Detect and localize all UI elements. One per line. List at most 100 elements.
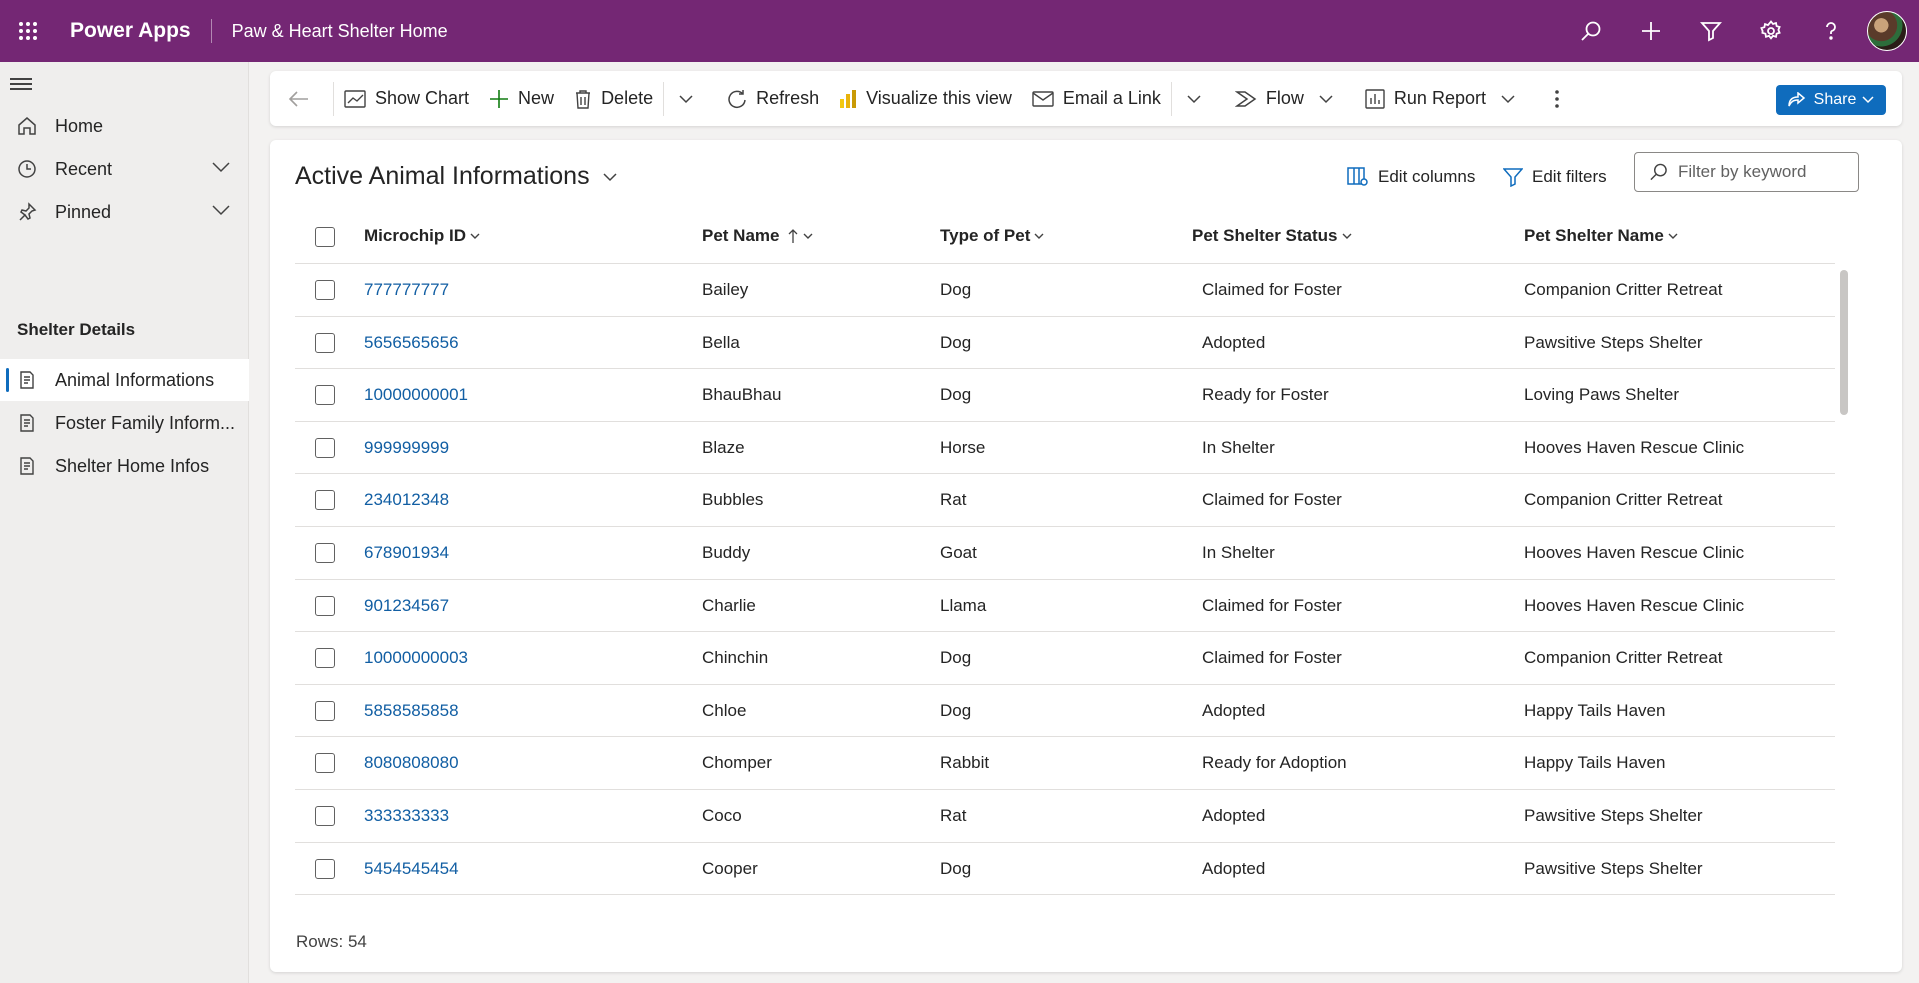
edit-columns-icon: [1347, 167, 1368, 186]
microchip-id-link[interactable]: 5858585858: [364, 701, 459, 721]
grid-header: Microchip ID Pet Name Type of Pet Pet Sh…: [295, 210, 1835, 264]
plus-icon[interactable]: [1621, 0, 1681, 62]
shelter-name-cell: Pawsitive Steps Shelter: [1524, 858, 1703, 878]
entity-icon: [17, 370, 37, 390]
clock-icon: [17, 159, 37, 179]
sidebar-item-shelter-home-infos[interactable]: Shelter Home Infos: [0, 445, 249, 487]
microchip-id-link[interactable]: 901234567: [364, 596, 449, 616]
sidebar-item-animal-informations[interactable]: Animal Informations: [0, 359, 249, 401]
sort-ascending-icon: [789, 229, 798, 243]
view-selector[interactable]: Active Animal Informations: [295, 162, 618, 191]
column-header-type-of-pet[interactable]: Type of Pet: [940, 226, 1044, 246]
email-link-button[interactable]: Email a Link: [1022, 71, 1171, 126]
app-launcher-icon[interactable]: [0, 0, 56, 62]
filter-by-keyword-input[interactable]: [1678, 162, 1858, 182]
table-row[interactable]: 777777777 Bailey Dog Claimed for Foster …: [295, 264, 1835, 317]
row-checkbox[interactable]: [315, 700, 335, 721]
email-link-label: Email a Link: [1062, 88, 1161, 108]
user-avatar[interactable]: [1867, 11, 1907, 51]
chevron-down-icon[interactable]: [211, 160, 231, 179]
refresh-label: Refresh: [756, 88, 820, 108]
app-name[interactable]: Power Apps: [70, 19, 191, 43]
share-label: Share: [1813, 91, 1857, 108]
row-checkbox[interactable]: [315, 385, 335, 406]
row-checkbox[interactable]: [315, 648, 335, 669]
delete-button[interactable]: Delete: [564, 71, 663, 126]
row-checkbox[interactable]: [315, 332, 335, 353]
run-report-chevron-down-icon[interactable]: [1496, 71, 1537, 126]
column-header-pet-shelter-status[interactable]: Pet Shelter Status: [1192, 226, 1352, 246]
run-report-button[interactable]: Run Report: [1355, 71, 1496, 126]
column-header-pet-shelter-name[interactable]: Pet Shelter Name: [1524, 226, 1678, 246]
microchip-id-link[interactable]: 8080808080: [364, 753, 459, 773]
shelter-name-cell: Happy Tails Haven: [1524, 700, 1666, 720]
microchip-id-link[interactable]: 999999999: [364, 438, 449, 458]
table-row[interactable]: 10000000003 Chinchin Dog Claimed for Fos…: [295, 632, 1835, 685]
microchip-id-link[interactable]: 10000000001: [364, 385, 468, 405]
refresh-button[interactable]: Refresh: [717, 71, 829, 126]
filter-icon[interactable]: [1681, 0, 1741, 62]
table-row-partial[interactable]: [295, 895, 1835, 904]
sidebar-item-pinned[interactable]: Pinned: [0, 191, 249, 233]
search-icon[interactable]: [1561, 0, 1621, 62]
microchip-id-link[interactable]: 777777777: [364, 280, 449, 300]
edit-columns-button[interactable]: Edit columns: [1347, 162, 1475, 192]
microchip-id-link[interactable]: 234012348: [364, 490, 449, 510]
row-checkbox[interactable]: [315, 437, 335, 458]
table-row[interactable]: 234012348 Bubbles Rat Claimed for Foster…: [295, 474, 1835, 527]
microchip-id-link[interactable]: 333333333: [364, 806, 449, 826]
chevron-down-icon[interactable]: [211, 203, 231, 222]
shelter-status-cell: Adopted: [1202, 332, 1266, 352]
column-header-pet-name[interactable]: Pet Name: [702, 226, 813, 246]
show-chart-button[interactable]: Show Chart: [334, 71, 479, 126]
table-row[interactable]: 8080808080 Chomper Rabbit Ready for Adop…: [295, 737, 1835, 790]
row-checkbox[interactable]: [315, 858, 335, 879]
edit-filters-button[interactable]: Edit filters: [1503, 162, 1607, 192]
table-row[interactable]: 999999999 Blaze Horse In Shelter Hooves …: [295, 422, 1835, 475]
chevron-down-icon: [1034, 233, 1044, 239]
table-row[interactable]: 5656565656 Bella Dog Adopted Pawsitive S…: [295, 317, 1835, 370]
flow-button[interactable]: Flow: [1225, 71, 1314, 126]
hamburger-menu-icon[interactable]: [10, 76, 32, 94]
settings-icon[interactable]: [1741, 0, 1801, 62]
trash-icon: [576, 89, 591, 109]
back-button[interactable]: [270, 71, 333, 126]
help-icon[interactable]: [1801, 0, 1861, 62]
more-email-options-chevron-icon[interactable]: [1172, 71, 1225, 126]
table-row[interactable]: 333333333 Coco Rat Adopted Pawsitive Ste…: [295, 790, 1835, 843]
table-row[interactable]: 901234567 Charlie Llama Claimed for Fost…: [295, 580, 1835, 633]
pet-name-cell: Chloe: [702, 700, 747, 720]
microchip-id-link[interactable]: 5656565656: [364, 333, 459, 353]
sidebar-item-home[interactable]: Home: [0, 105, 249, 147]
table-row[interactable]: 10000000001 BhauBhau Dog Ready for Foste…: [295, 369, 1835, 422]
select-all-checkbox[interactable]: [315, 227, 335, 247]
row-checkbox[interactable]: [315, 805, 335, 826]
row-checkbox[interactable]: [315, 595, 335, 616]
new-button[interactable]: New: [479, 71, 564, 126]
table-row[interactable]: 678901934 Buddy Goat In Shelter Hooves H…: [295, 527, 1835, 580]
row-checkbox[interactable]: [315, 490, 335, 511]
table-row[interactable]: 5858585858 Chloe Dog Adopted Happy Tails…: [295, 685, 1835, 738]
more-delete-options-chevron-icon[interactable]: [664, 71, 717, 126]
row-checkbox[interactable]: [315, 280, 335, 300]
sidebar-item-foster-family[interactable]: Foster Family Inform...: [0, 402, 249, 444]
table-row[interactable]: 5454545454 Cooper Dog Adopted Pawsitive …: [295, 843, 1835, 896]
microchip-id-link[interactable]: 5454545454: [364, 859, 459, 879]
pet-type-cell: Dog: [940, 332, 972, 352]
grid-scrollbar[interactable]: [1840, 270, 1848, 415]
flow-chevron-down-icon[interactable]: [1314, 71, 1355, 126]
visualize-view-button[interactable]: Visualize this view: [829, 71, 1022, 126]
column-header-microchip-id[interactable]: Microchip ID: [364, 226, 480, 246]
sidebar-item-recent[interactable]: Recent: [0, 148, 249, 190]
home-icon: [17, 116, 37, 136]
microchip-id-link[interactable]: 10000000003: [364, 648, 468, 668]
edit-columns-label: Edit columns: [1378, 167, 1476, 186]
shelter-status-cell: Adopted: [1202, 700, 1266, 720]
row-checkbox[interactable]: [315, 753, 335, 774]
microchip-id-link[interactable]: 678901934: [364, 543, 449, 563]
filter-by-keyword-field[interactable]: [1634, 152, 1859, 192]
share-button[interactable]: Share: [1776, 85, 1886, 115]
row-checkbox[interactable]: [315, 542, 335, 563]
environment-name[interactable]: Paw & Heart Shelter Home: [232, 21, 448, 42]
more-commands-icon[interactable]: [1537, 71, 1586, 126]
